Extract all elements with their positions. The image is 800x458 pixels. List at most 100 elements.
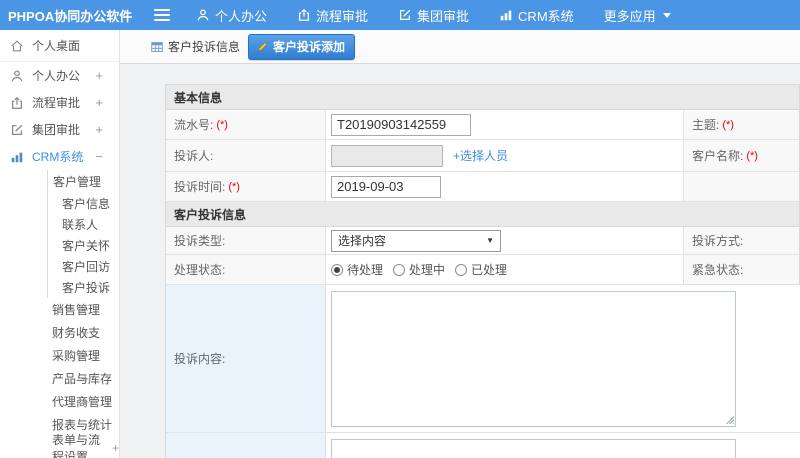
menu-toggle-icon[interactable]: [154, 6, 170, 24]
top-nav: 个人办公 流程审批 集团审批 CRM系统 更多应用: [196, 6, 701, 25]
sidebar-item-agent-management[interactable]: 代理商管理 +: [0, 390, 119, 413]
tab-complaint-add[interactable]: 客户投诉添加: [248, 33, 356, 60]
expand-toggle[interactable]: +: [112, 441, 119, 455]
user-icon: [196, 8, 210, 22]
sidebar-item-sales-management[interactable]: 销售管理 +: [0, 298, 119, 321]
subject-label: 主题: (*): [684, 110, 799, 139]
complaint-time-input[interactable]: [331, 175, 441, 198]
resize-grip-icon[interactable]: [725, 414, 734, 424]
complaint-type-label: 投诉类型:: [166, 227, 326, 254]
form-row-complaint-time: 投诉时间: (*): [166, 172, 799, 202]
sidebar-item-label: 客户回访: [62, 260, 111, 274]
topnav-group-approval[interactable]: 集团审批: [398, 6, 469, 25]
extra-textarea[interactable]: [331, 439, 736, 458]
sidebar-item-label: 流程审批: [32, 96, 81, 110]
complainant-input: [331, 144, 443, 167]
complaint-type-select[interactable]: 选择内容 ▼: [331, 229, 501, 252]
sidebar-item-form-flow-settings[interactable]: 表单与流程设置 +: [0, 433, 119, 458]
sidebar-item-contacts[interactable]: 联系人: [48, 214, 119, 235]
app-logo: PHPOA协同办公软件: [8, 8, 133, 24]
user-icon: [10, 69, 24, 83]
radio-label: 已处理: [471, 263, 508, 277]
sidebar-item-procurement[interactable]: 采购管理 +: [0, 344, 119, 367]
edit-icon: [398, 8, 412, 22]
edit-icon: [10, 123, 24, 137]
sidebar-item-workflow-approval[interactable]: 流程审批 +: [0, 89, 119, 116]
complainant-label: 投诉人:: [166, 140, 326, 171]
sidebar: 个人桌面 个人办公 + 流程审批 + 集团审批 + CRM系统 − 客户管理 −: [0, 30, 120, 458]
pencil-icon: [256, 40, 269, 53]
topnav-label: CRM系统: [518, 8, 574, 24]
radio-unselected-icon: [393, 263, 406, 276]
radio-processed[interactable]: 已处理: [455, 261, 507, 278]
sidebar-item-group-approval[interactable]: 集团审批 +: [0, 116, 119, 143]
expand-toggle[interactable]: +: [81, 348, 89, 363]
sidebar-item-products-inventory[interactable]: 产品与库存 +: [0, 367, 119, 390]
home-icon: [10, 39, 24, 53]
radio-pending[interactable]: 待处理: [331, 261, 383, 278]
topbar: PHPOA协同办公软件 个人办公 流程审批 集团审批 CRM系统 更多应用: [0, 0, 800, 30]
required-mark: (*): [722, 118, 734, 131]
radio-label: 待处理: [347, 263, 384, 277]
sidebar-item-finance[interactable]: 财务收支 +: [0, 321, 119, 344]
radio-label: 处理中: [409, 263, 446, 277]
flow-icon: [10, 96, 24, 110]
customer-management-group: 客户管理 − 客户信息 联系人 客户关怀 客户回访 客户投诉: [47, 170, 119, 298]
form-row-serial: 流水号:(*) 主题:(*): [166, 110, 799, 140]
sidebar-item-desktop[interactable]: 个人桌面: [0, 30, 119, 62]
sidebar-item-customer-complaint[interactable]: 客户投诉: [48, 277, 119, 298]
sidebar-item-label: 联系人: [62, 218, 99, 232]
sidebar-item-label: 表单与流程设置: [52, 432, 101, 458]
required-mark: (*): [228, 180, 240, 193]
sidebar-item-crm[interactable]: CRM系统 −: [0, 143, 119, 170]
sidebar-item-customer-info[interactable]: 客户信息: [48, 193, 119, 214]
expand-toggle[interactable]: +: [81, 325, 89, 340]
sidebar-item-personal-office[interactable]: 个人办公 +: [0, 62, 119, 89]
collapse-toggle[interactable]: −: [95, 149, 103, 164]
topnav-label: 集团审批: [417, 8, 470, 24]
tab-bar: 客户投诉信息 客户投诉添加: [120, 30, 800, 64]
expand-toggle[interactable]: +: [81, 371, 89, 386]
complaint-content-textarea[interactable]: [331, 290, 736, 427]
radio-selected-icon: [331, 263, 343, 276]
expand-toggle[interactable]: +: [95, 122, 103, 137]
status-label: 处理状态:: [166, 255, 326, 284]
sidebar-item-customer-revisit[interactable]: 客户回访: [48, 256, 119, 277]
collapse-toggle[interactable]: −: [81, 174, 89, 189]
serial-input[interactable]: [331, 113, 471, 136]
sidebar-item-label: 客户投诉: [62, 281, 111, 295]
topnav-personal-office[interactable]: 个人办公: [196, 6, 267, 25]
form-row-status: 处理状态: 待处理 处理中 已处理 紧急状态:: [166, 255, 799, 285]
complaint-form: 基本信息 流水号:(*) 主题:(*) 投诉人:: [165, 84, 800, 458]
empty-cell: [684, 172, 799, 201]
expand-toggle[interactable]: +: [81, 302, 89, 317]
sidebar-item-label: 个人桌面: [32, 39, 81, 53]
topnav-label: 流程审批: [316, 8, 369, 24]
expand-toggle[interactable]: +: [95, 68, 103, 83]
tab-complaint-list[interactable]: 客户投诉信息: [150, 38, 240, 55]
content-label: 投诉内容:: [166, 285, 326, 432]
sidebar-item-label: 财务收支: [52, 326, 101, 340]
sidebar-item-label: 销售管理: [52, 303, 101, 317]
caret-down-icon: ▼: [486, 236, 494, 245]
sidebar-item-customer-management[interactable]: 客户管理 −: [48, 170, 119, 193]
table-icon: [150, 40, 164, 54]
topnav-workflow-approval[interactable]: 流程审批: [297, 6, 368, 25]
tab-label: 客户投诉信息: [168, 40, 241, 54]
caret-down-icon: [662, 12, 671, 18]
form-row-complainant: 投诉人: +选择人员 客户名称: (*): [166, 140, 799, 172]
sidebar-item-customer-care[interactable]: 客户关怀: [48, 235, 119, 256]
select-value: 选择内容: [338, 234, 387, 248]
complaint-method-label: 投诉方式:: [684, 227, 799, 254]
topnav-more-apps[interactable]: 更多应用: [604, 6, 671, 25]
status-radio-group: 待处理 处理中 已处理: [331, 261, 507, 278]
choose-person-link[interactable]: +选择人员: [453, 147, 508, 164]
topnav-crm[interactable]: CRM系统: [499, 6, 574, 25]
sidebar-item-label: 客户关怀: [62, 239, 111, 253]
sidebar-item-label: 客户信息: [62, 197, 111, 211]
expand-toggle[interactable]: +: [95, 95, 103, 110]
sidebar-item-label: 集团审批: [32, 123, 81, 137]
sidebar-item-label: CRM系统: [32, 150, 84, 164]
radio-processing[interactable]: 处理中: [393, 261, 445, 278]
expand-toggle[interactable]: +: [81, 394, 89, 409]
